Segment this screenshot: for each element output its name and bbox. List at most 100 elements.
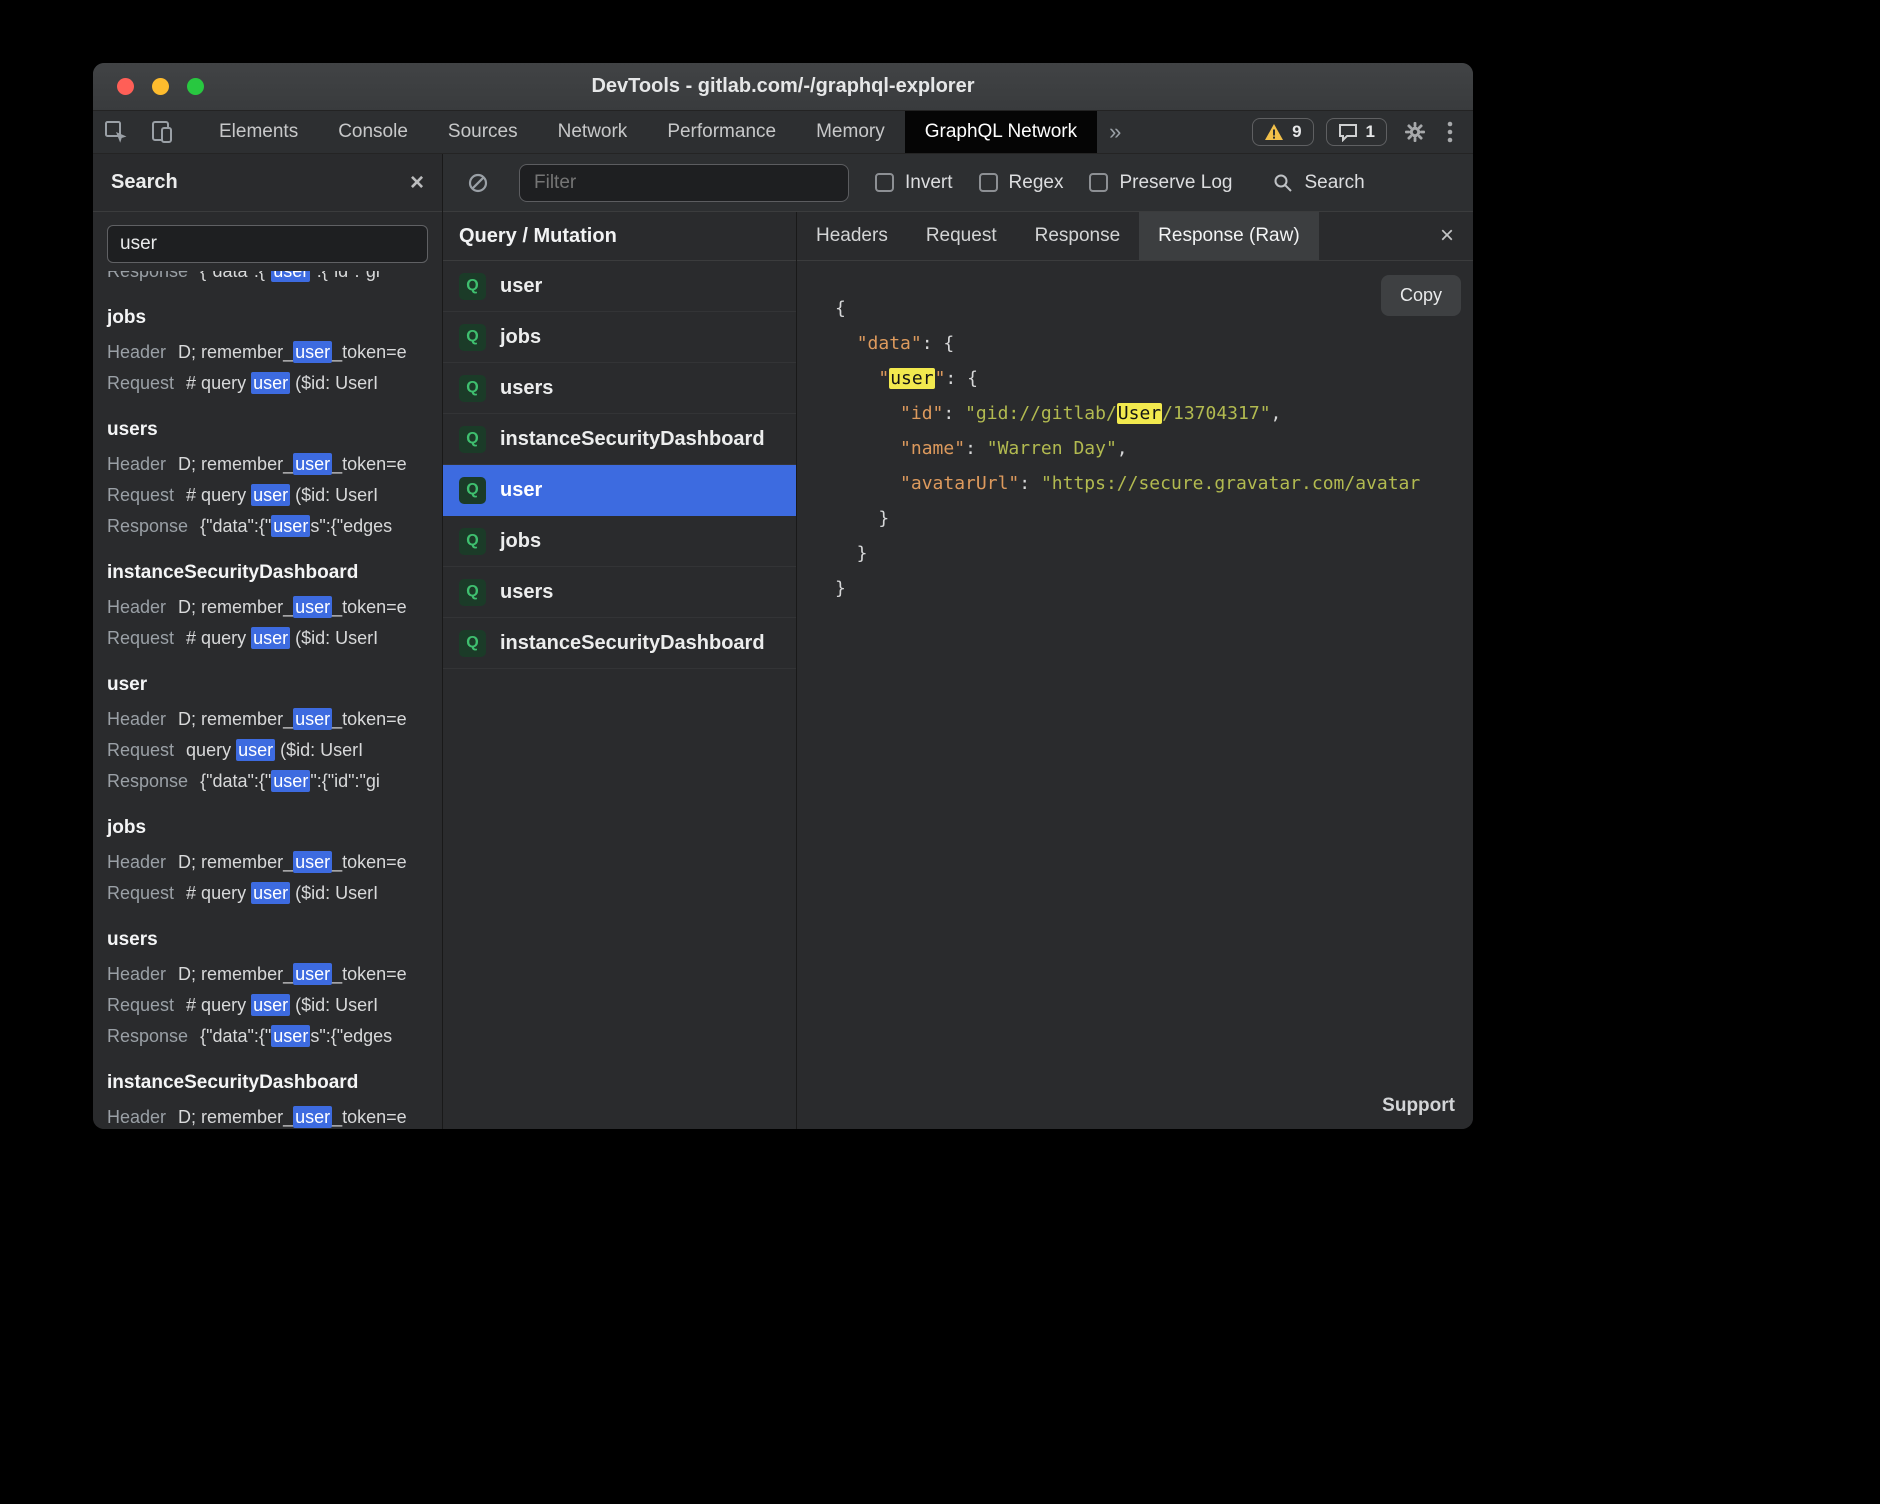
tab-request[interactable]: Request (907, 212, 1016, 260)
filter-input[interactable] (519, 164, 849, 202)
device-toolbar-icon[interactable] (139, 111, 185, 153)
result-line-text: {"data":{" (200, 771, 271, 791)
result-line-label: Header (107, 852, 166, 872)
search-result-line[interactable]: HeaderD; remember_user_token=e (107, 337, 428, 368)
search-result-line[interactable]: Request# query user ($id: UserI (107, 990, 428, 1021)
checkbox-unchecked-icon (979, 173, 998, 192)
query-row[interactable]: Quser (443, 465, 796, 516)
search-result-line[interactable]: Response{"data":{"user":{"id":"gi (107, 766, 428, 797)
search-input-wrap (93, 212, 442, 271)
search-result-line[interactable]: Request# query user ($id: UserI (107, 368, 428, 399)
query-row[interactable]: QinstanceSecurityDashboard (443, 414, 796, 465)
result-line-text: {"data":{" (200, 516, 271, 536)
search-result-title[interactable]: jobs (107, 303, 428, 333)
clear-icon[interactable] (463, 172, 493, 194)
warning-icon (1264, 123, 1284, 141)
regex-label: Regex (1009, 172, 1064, 194)
search-input[interactable] (107, 225, 428, 263)
result-line-text: ($id: UserI (290, 373, 378, 393)
copy-button[interactable]: Copy (1381, 275, 1461, 316)
search-panel-header: Search × (93, 154, 442, 212)
search-result-group: Response{"data":{"user":{"id":"gi (107, 271, 428, 287)
search-match-highlight: user (271, 515, 310, 537)
result-line-text: D; remember_ (178, 454, 293, 474)
tab-response[interactable]: Response (1016, 212, 1140, 260)
preserve-log-checkbox[interactable]: Preserve Log (1089, 172, 1232, 194)
result-line-text: _token=e (332, 964, 407, 984)
search-result-line[interactable]: HeaderD; remember_user_token=e (107, 959, 428, 990)
result-line-text: s":{"edges (310, 516, 392, 536)
result-line-label: Header (107, 709, 166, 729)
search-result-title[interactable]: instanceSecurityDashboard (107, 1068, 428, 1098)
zoom-window-button[interactable] (187, 78, 204, 95)
tab-performance[interactable]: Performance (647, 111, 796, 153)
search-match-highlight: user (293, 453, 332, 475)
query-badge-icon: Q (459, 375, 486, 402)
search-result-line[interactable]: HeaderD; remember_user_token=e (107, 449, 428, 480)
response-detail-pane: HeadersRequestResponseResponse (Raw) × Co… (797, 212, 1473, 1129)
support-link[interactable]: Support (1382, 1095, 1455, 1117)
result-line-text: D; remember_ (178, 597, 293, 617)
tab-sources[interactable]: Sources (428, 111, 538, 153)
kebab-menu-icon[interactable] (1443, 120, 1457, 144)
close-search-icon[interactable]: × (410, 171, 424, 195)
search-result-line[interactable]: Response{"data":{"user":{"id":"gi (107, 271, 428, 287)
query-row-label: instanceSecurityDashboard (500, 632, 765, 655)
settings-gear-icon[interactable] (1399, 120, 1431, 144)
tab-memory[interactable]: Memory (796, 111, 905, 153)
result-line-text: D; remember_ (178, 1107, 293, 1127)
preserve-log-label: Preserve Log (1119, 172, 1232, 194)
result-line-text: # query (186, 373, 251, 393)
panel-lower: Query / Mutation QuserQjobsQusersQinstan… (443, 212, 1473, 1129)
search-result-line[interactable]: Request# query user ($id: UserI (107, 878, 428, 909)
result-line-text: D; remember_ (178, 709, 293, 729)
issues-badge[interactable]: 9 (1252, 118, 1313, 146)
regex-checkbox[interactable]: Regex (979, 172, 1064, 194)
inspect-icon[interactable] (93, 111, 139, 153)
tab-console[interactable]: Console (318, 111, 428, 153)
search-result-group: jobsHeaderD; remember_user_token=eReques… (107, 813, 428, 909)
search-result-title[interactable]: jobs (107, 813, 428, 843)
query-row[interactable]: Qjobs (443, 516, 796, 567)
toolbar-search-button[interactable]: Search (1272, 172, 1364, 194)
tab-headers[interactable]: Headers (797, 212, 907, 260)
query-row[interactable]: Qjobs (443, 312, 796, 363)
close-detail-icon[interactable]: × (1421, 212, 1473, 260)
result-line-text: ($id: UserI (290, 485, 378, 505)
tab-network[interactable]: Network (538, 111, 648, 153)
tab-response-raw[interactable]: Response (Raw) (1139, 212, 1319, 260)
tab-graphql-network[interactable]: GraphQL Network (905, 111, 1097, 153)
query-row[interactable]: Quser (443, 261, 796, 312)
minimize-window-button[interactable] (152, 78, 169, 95)
search-panel: Search × Response{"data":{"user":{"id":"… (93, 154, 443, 1129)
query-row[interactable]: QinstanceSecurityDashboard (443, 618, 796, 669)
traffic-lights (117, 78, 204, 95)
result-line-label: Header (107, 1107, 166, 1127)
search-result-title[interactable]: instanceSecurityDashboard (107, 558, 428, 588)
close-window-button[interactable] (117, 78, 134, 95)
search-result-line[interactable]: Response{"data":{"users":{"edges (107, 1021, 428, 1052)
search-result-title[interactable]: users (107, 925, 428, 955)
query-row-label: user (500, 275, 542, 298)
messages-badge[interactable]: 1 (1326, 118, 1387, 146)
search-result-title[interactable]: users (107, 415, 428, 445)
search-result-line[interactable]: HeaderD; remember_user_token=e (107, 704, 428, 735)
search-match-highlight: user (293, 963, 332, 985)
search-result-line[interactable]: Request# query user ($id: UserI (107, 480, 428, 511)
query-row-label: instanceSecurityDashboard (500, 428, 765, 451)
search-result-line[interactable]: Request# query user ($id: UserI (107, 623, 428, 654)
query-row[interactable]: Qusers (443, 567, 796, 618)
tab-elements[interactable]: Elements (199, 111, 318, 153)
search-result-line[interactable]: HeaderD; remember_user_token=e (107, 847, 428, 878)
result-line-text: D; remember_ (178, 964, 293, 984)
search-result-line[interactable]: HeaderD; remember_user_token=e (107, 592, 428, 623)
search-result-line[interactable]: Response{"data":{"users":{"edges (107, 511, 428, 542)
result-line-label: Request (107, 883, 174, 903)
query-row[interactable]: Qusers (443, 363, 796, 414)
search-result-line[interactable]: Requestquery user ($id: UserI (107, 735, 428, 766)
search-result-title[interactable]: user (107, 670, 428, 700)
result-line-text: D; remember_ (178, 342, 293, 362)
more-tabs-icon[interactable]: » (1097, 111, 1133, 153)
search-result-line[interactable]: HeaderD; remember_user_token=e (107, 1102, 428, 1129)
invert-checkbox[interactable]: Invert (875, 172, 953, 194)
